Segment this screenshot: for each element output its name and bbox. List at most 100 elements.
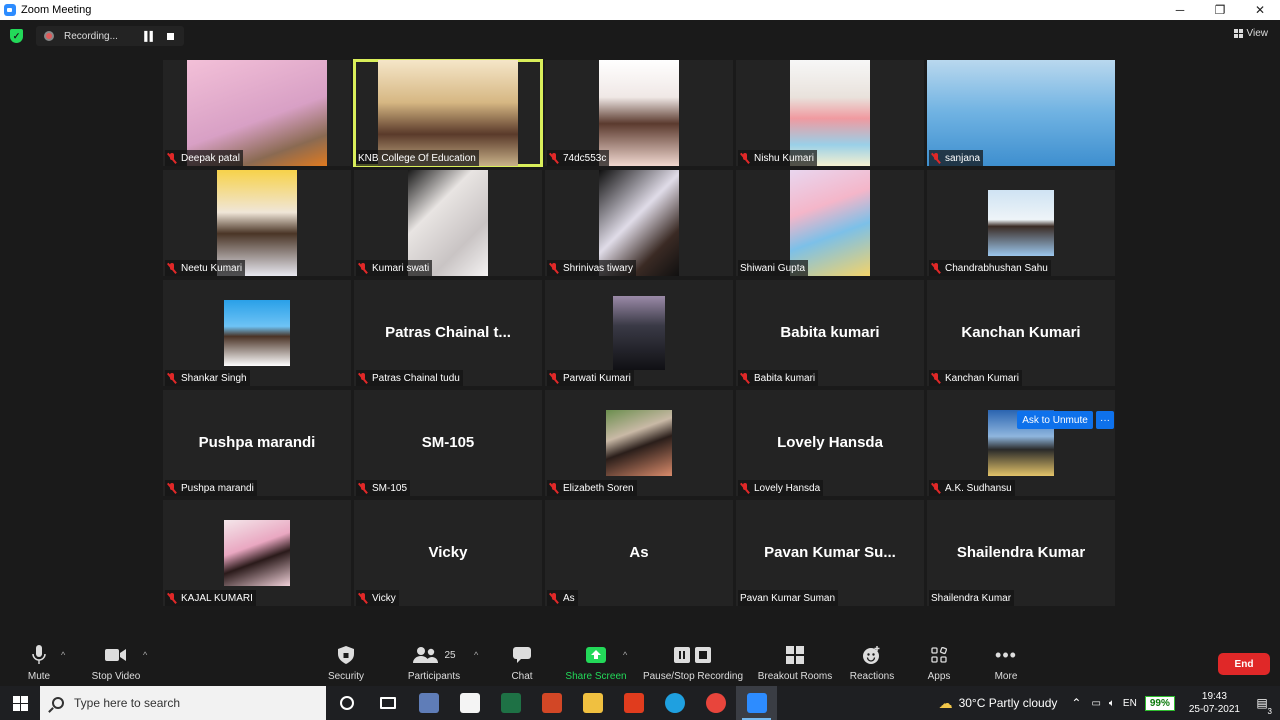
- mute-button[interactable]: Mute: [20, 644, 58, 682]
- participants-caret-icon[interactable]: ^: [474, 650, 478, 660]
- participant-tile[interactable]: Shiwani Gupta: [736, 170, 924, 276]
- participant-tile[interactable]: Kumari swati: [354, 170, 542, 276]
- taskbar-app-vscode[interactable]: [408, 686, 449, 720]
- participant-tile[interactable]: Chandrabhushan Sahu: [927, 170, 1115, 276]
- start-button[interactable]: [0, 686, 40, 720]
- view-button[interactable]: View: [1233, 28, 1268, 39]
- participant-tile[interactable]: As As: [545, 500, 733, 606]
- participant-tile[interactable]: Pushpa marandi Pushpa marandi: [163, 390, 351, 496]
- taskbar-clock[interactable]: 19:43 25-07-2021: [1189, 690, 1240, 716]
- participant-name: Shankar Singh: [181, 372, 247, 384]
- mute-label: Mute: [27, 671, 51, 682]
- language-indicator[interactable]: EN: [1123, 698, 1137, 709]
- taskbar-search[interactable]: Type here to search: [40, 686, 326, 720]
- breakout-rooms-button[interactable]: Breakout Rooms: [756, 644, 834, 682]
- taskbar-app-office[interactable]: [613, 686, 654, 720]
- gallery-view: Deepak patal KNB College Of Education 74dc…: [163, 59, 1118, 606]
- participant-tile[interactable]: Babita kumari Babita kumari: [736, 280, 924, 386]
- participant-name: Shailendra Kumar: [931, 592, 1012, 604]
- participant-tile[interactable]: Nishu Kumari: [736, 60, 924, 166]
- taskbar-app-chrome[interactable]: [695, 686, 736, 720]
- participant-tile[interactable]: Patras Chainal t... Patras Chainal tudu: [354, 280, 542, 386]
- participant-tile[interactable]: A.K. Sudhansu: [927, 390, 1115, 496]
- participant-tile[interactable]: KAJAL KUMARI: [163, 500, 351, 606]
- participant-name: Vicky: [372, 592, 396, 604]
- notifications-button[interactable]: ▤ 3: [1250, 696, 1274, 716]
- stop-recording-icon[interactable]: [167, 32, 174, 40]
- grid-view-icon: [1233, 29, 1243, 38]
- pause-recording-icon[interactable]: ▌▌: [144, 31, 156, 41]
- close-button[interactable]: ✕: [1240, 0, 1280, 20]
- restore-button[interactable]: ❐: [1200, 0, 1240, 20]
- participant-more-button[interactable]: ···: [1096, 411, 1114, 429]
- participant-tile[interactable]: Neetu Kumari: [163, 170, 351, 276]
- share-options-caret-icon[interactable]: ^: [623, 650, 627, 660]
- participant-tile[interactable]: sanjana: [927, 60, 1115, 166]
- network-icon[interactable]: ▭: [1091, 698, 1100, 709]
- ask-to-unmute-button[interactable]: Ask to Unmute: [1017, 411, 1093, 429]
- participant-tile[interactable]: SM-105 SM-105: [354, 390, 542, 496]
- tray-overflow-icon[interactable]: ⌃: [1071, 696, 1081, 710]
- participant-tile[interactable]: Deepak patal: [163, 60, 351, 166]
- participant-display-name: Kanchan Kumari: [961, 324, 1081, 341]
- muted-microphone-icon: [167, 372, 177, 384]
- more-button[interactable]: ••• More: [988, 644, 1024, 683]
- muted-microphone-icon: [358, 592, 368, 604]
- participant-tile[interactable]: Vicky Vicky: [354, 500, 542, 606]
- more-dots-icon: •••: [995, 644, 1017, 665]
- taskbar-app-edge[interactable]: [654, 686, 695, 720]
- recording-dot-icon: [44, 31, 54, 41]
- excel-icon: [500, 693, 521, 713]
- stop-video-button[interactable]: Stop Video: [88, 644, 144, 682]
- encryption-shield-icon[interactable]: ✓: [10, 29, 23, 43]
- audio-options-caret-icon[interactable]: ^: [61, 650, 65, 660]
- participant-name-label: Shiwani Gupta: [738, 260, 809, 276]
- taskbar-app-task-view[interactable]: [367, 686, 408, 720]
- share-screen-button[interactable]: Share Screen: [564, 644, 628, 682]
- participant-tile[interactable]: Shailendra Kumar Shailendra Kumar: [927, 500, 1115, 606]
- participant-name-label: A.K. Sudhansu: [929, 480, 1015, 496]
- muted-microphone-icon: [740, 372, 750, 384]
- participant-name-label: Shailendra Kumar: [929, 590, 1015, 606]
- participant-name-label: Deepak patal: [165, 150, 243, 166]
- participant-tile[interactable]: Lovely Hansda Lovely Hansda: [736, 390, 924, 496]
- participant-name-label: Shankar Singh: [165, 370, 250, 386]
- participant-name: Shrinivas tiwary: [563, 262, 634, 274]
- chat-button[interactable]: Chat: [504, 644, 540, 682]
- security-button[interactable]: Security: [324, 644, 368, 682]
- participant-tile[interactable]: Elizabeth Soren: [545, 390, 733, 496]
- end-meeting-button[interactable]: End: [1218, 653, 1270, 675]
- participants-button[interactable]: 25 Participants: [404, 644, 464, 682]
- breakout-rooms-icon: [756, 644, 834, 666]
- video-options-caret-icon[interactable]: ^: [143, 650, 147, 660]
- participant-tile[interactable]: 74dc553c: [545, 60, 733, 166]
- participant-display-name: Babita kumari: [780, 324, 880, 341]
- participant-video: [224, 300, 290, 366]
- volume-icon[interactable]: 🔈︎: [1109, 698, 1115, 709]
- taskbar-app-file-explorer[interactable]: [572, 686, 613, 720]
- taskbar-app-powerpoint[interactable]: [531, 686, 572, 720]
- participant-tile[interactable]: KNB College Of Education: [353, 59, 543, 167]
- participant-tile[interactable]: Shankar Singh: [163, 280, 351, 386]
- apps-button[interactable]: Apps: [924, 644, 954, 682]
- weather-widget[interactable]: ☁ 30°C Partly cloudy: [939, 695, 1058, 712]
- minimize-button[interactable]: ─: [1160, 0, 1200, 20]
- taskbar-app-cortana[interactable]: [326, 686, 367, 720]
- muted-microphone-icon: [167, 482, 177, 494]
- taskbar-app-zoom[interactable]: [736, 686, 777, 720]
- taskbar-app-excel[interactable]: [490, 686, 531, 720]
- muted-microphone-icon: [358, 482, 368, 494]
- pause-stop-recording-button[interactable]: Pause/Stop Recording: [640, 644, 746, 682]
- participant-tile[interactable]: Kanchan Kumari Kanchan Kumari: [927, 280, 1115, 386]
- clock-time: 19:43: [1201, 691, 1227, 702]
- participant-tile[interactable]: Shrinivas tiwary: [545, 170, 733, 276]
- recording-controls-label: Pause/Stop Recording: [642, 671, 744, 682]
- participant-name-label: 74dc553c: [547, 150, 610, 166]
- reactions-button[interactable]: Reactions: [848, 644, 896, 682]
- task-view-icon: [379, 697, 396, 709]
- taskbar-app-store[interactable]: [449, 686, 490, 720]
- participant-tile[interactable]: Parwati Kumari: [545, 280, 733, 386]
- participant-tile[interactable]: Pavan Kumar Su... Pavan Kumar Suman: [736, 500, 924, 606]
- battery-indicator[interactable]: 99%: [1144, 695, 1175, 711]
- pause-stop-icon: [640, 644, 746, 666]
